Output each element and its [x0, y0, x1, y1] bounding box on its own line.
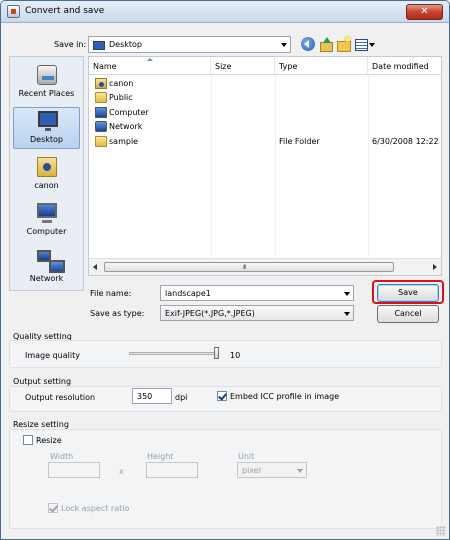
desktop-icon	[38, 111, 58, 131]
chevron-down-icon	[297, 469, 303, 473]
save-in-value: Desktop	[109, 40, 142, 49]
place-label: Desktop	[30, 135, 63, 144]
list-item[interactable]: Public	[89, 91, 441, 105]
scroll-right-icon[interactable]	[433, 264, 437, 270]
place-network[interactable]: Network	[13, 247, 80, 289]
column-header-type[interactable]: Type	[275, 57, 368, 75]
recent-places-icon	[37, 65, 57, 85]
image-quality-slider[interactable]	[129, 352, 219, 355]
save-in-label: Save in:	[54, 40, 87, 49]
chevron-down-icon	[344, 312, 350, 316]
resize-label: Resize	[36, 436, 62, 445]
save-as-type-label: Save as type:	[90, 309, 145, 318]
save-in-dropdown[interactable]: Desktop	[88, 36, 291, 53]
computer-icon	[37, 203, 57, 223]
unit-label: Unit	[238, 452, 255, 461]
column-header-size[interactable]: Size	[211, 57, 275, 75]
cancel-button[interactable]: Cancel	[377, 305, 439, 323]
folder-icon	[95, 92, 107, 103]
lock-aspect-ratio-checkbox[interactable]	[48, 503, 58, 513]
computer-icon	[95, 107, 107, 118]
output-resolution-label: Output resolution	[25, 393, 96, 402]
up-one-level-icon[interactable]	[319, 37, 333, 52]
horizontal-scrollbar[interactable]: III	[89, 258, 441, 275]
place-label: Recent Places	[18, 89, 75, 98]
output-resolution-value: 350	[137, 392, 153, 401]
file-name-input[interactable]: landscape1	[160, 285, 354, 301]
place-label: Network	[29, 274, 64, 283]
dimension-separator: x	[119, 467, 124, 476]
sort-ascending-icon	[147, 58, 153, 61]
place-computer[interactable]: Computer	[13, 200, 80, 242]
place-label: Computer	[26, 227, 67, 236]
resize-setting-heading: Resize setting	[13, 420, 69, 429]
lock-aspect-ratio-label: Lock aspect ratio	[61, 504, 130, 513]
place-recent-places[interactable]: Recent Places	[13, 62, 80, 104]
height-label: Height	[147, 452, 174, 461]
place-canon[interactable]: canon	[13, 154, 80, 196]
image-quality-slider-thumb[interactable]	[214, 347, 219, 359]
scroll-grip: III	[243, 264, 246, 271]
output-resolution-input[interactable]: 350	[132, 388, 172, 404]
folder-icon	[95, 136, 107, 147]
list-item[interactable]: Network	[89, 120, 441, 134]
app-icon	[7, 5, 20, 18]
column-header-name[interactable]: Name	[89, 57, 211, 75]
place-desktop[interactable]: Desktop	[13, 107, 80, 149]
new-folder-icon[interactable]	[337, 37, 351, 52]
views-menu-icon[interactable]	[355, 37, 375, 51]
scrollbar-thumb[interactable]: III	[104, 262, 394, 272]
dpi-unit-label: dpi	[175, 393, 188, 402]
scroll-left-icon[interactable]	[93, 264, 97, 270]
chevron-down-icon	[281, 43, 287, 47]
user-folder-icon	[37, 157, 57, 177]
resize-grip-icon[interactable]	[436, 526, 446, 536]
save-as-type-dropdown[interactable]: Exif-JPEG(*.JPG,*.JPEG)	[160, 305, 354, 321]
width-input[interactable]	[48, 462, 100, 478]
unit-dropdown[interactable]: pixel	[237, 462, 307, 478]
image-quality-label: Image quality	[25, 351, 80, 360]
list-item[interactable]: Computer	[89, 106, 441, 120]
embed-icc-label: Embed ICC profile in image	[230, 392, 340, 401]
output-setting-heading: Output setting	[13, 377, 72, 386]
place-label: canon	[34, 181, 59, 190]
close-button[interactable]: ✕	[406, 4, 443, 20]
file-list[interactable]: Name Size Type Date modified canon Publi…	[88, 56, 442, 276]
network-icon	[37, 250, 65, 273]
height-input[interactable]	[146, 462, 198, 478]
back-icon[interactable]	[301, 37, 315, 51]
width-label: Width	[50, 452, 74, 461]
convert-and-save-dialog: Convert and save ✕ Save in: Desktop Rece…	[0, 0, 450, 540]
file-name-value: landscape1	[165, 289, 211, 298]
list-item[interactable]: canon	[89, 77, 441, 91]
file-name-label: File name:	[90, 289, 132, 298]
title-bar[interactable]: Convert and save ✕	[1, 1, 449, 23]
places-bar: Recent Places Desktop canon Computer Net…	[9, 56, 84, 291]
network-icon	[95, 121, 107, 132]
user-folder-icon	[95, 78, 107, 89]
chevron-down-icon	[344, 292, 350, 296]
embed-icc-checkbox[interactable]	[217, 391, 227, 401]
list-item[interactable]: sample File Folder 6/30/2008 12:22	[89, 135, 441, 149]
desktop-icon	[93, 41, 105, 50]
window-title: Convert and save	[25, 6, 105, 16]
resize-setting-group	[9, 429, 442, 529]
image-quality-value: 10	[230, 351, 241, 360]
resize-checkbox[interactable]	[23, 435, 33, 445]
save-button-highlight	[372, 280, 444, 304]
unit-value: pixel	[242, 466, 261, 475]
column-header-date-modified[interactable]: Date modified	[368, 57, 441, 75]
save-as-type-value: Exif-JPEG(*.JPG,*.JPEG)	[165, 309, 255, 318]
